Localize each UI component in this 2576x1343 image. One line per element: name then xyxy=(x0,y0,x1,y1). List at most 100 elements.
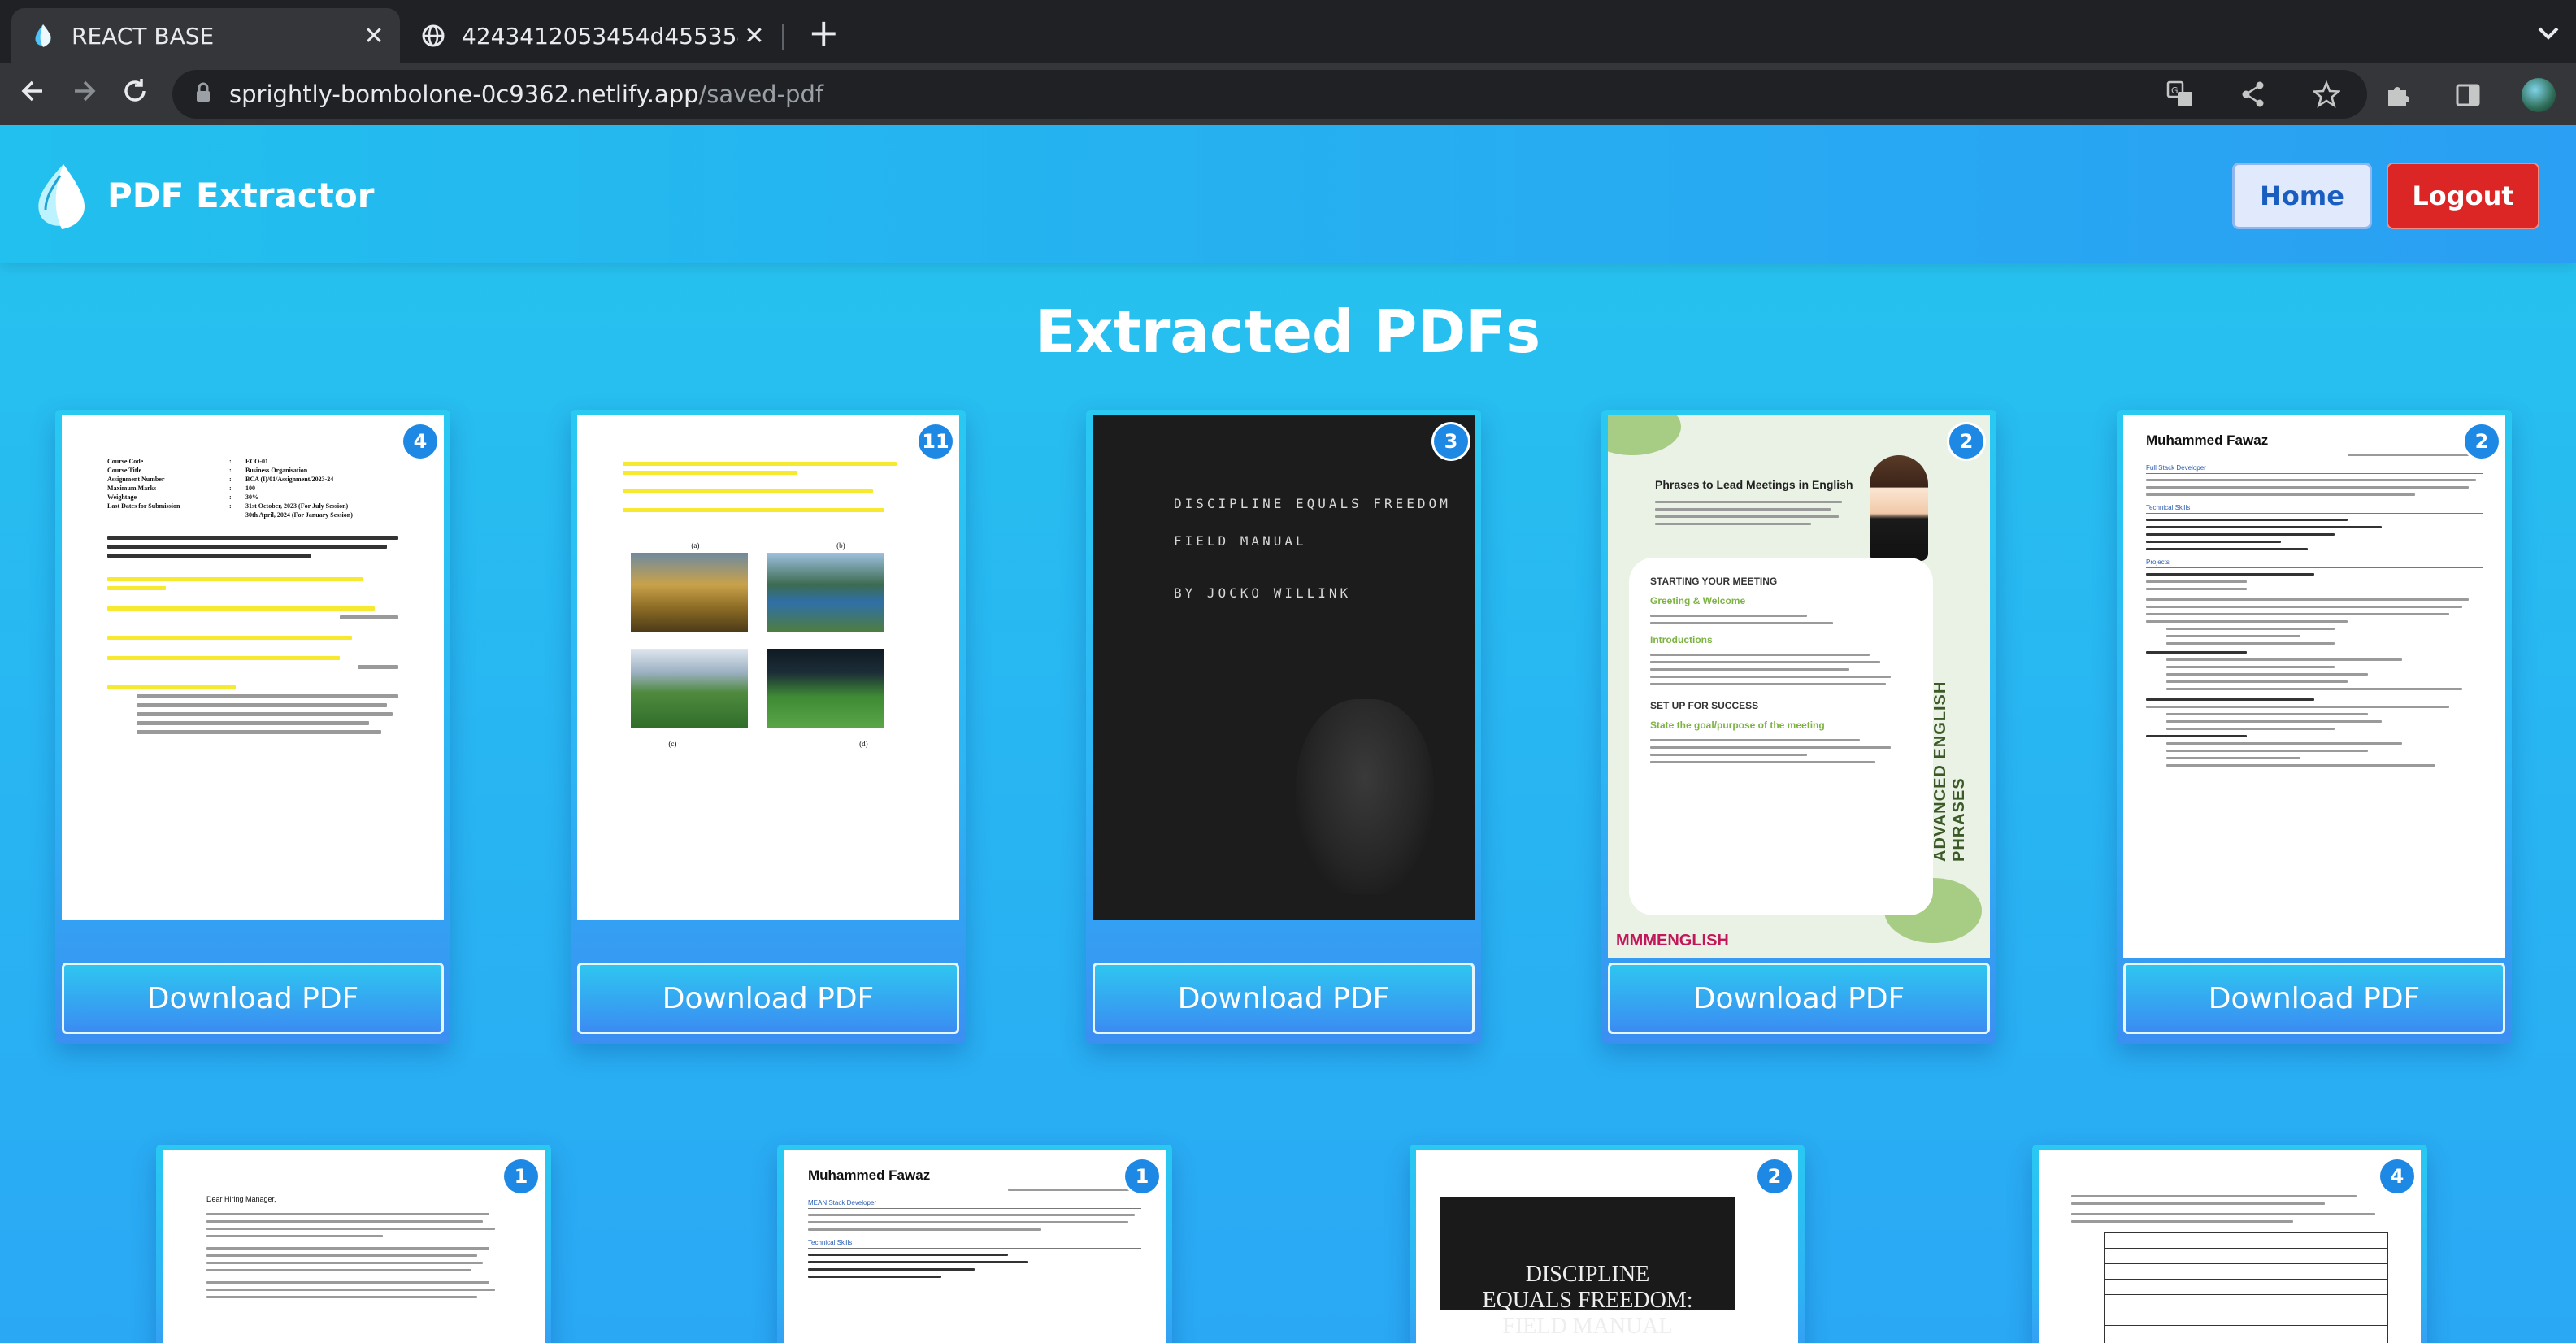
globe-icon xyxy=(421,24,445,48)
react-favicon-icon xyxy=(31,24,55,48)
tab-second[interactable]: 4243412053454d455354 ✕ xyxy=(402,8,780,63)
letter-salutation: Dear Hiring Manager, xyxy=(206,1195,276,1203)
pdf-thumbnail[interactable]: DISCIPLINE EQUALS FREEDOM FIELD MANUAL B… xyxy=(1093,415,1475,920)
subsection-heading: Introductions xyxy=(1650,634,1713,645)
download-pdf-button[interactable]: Download PDF xyxy=(2123,963,2505,1034)
page-count-badge: 1 xyxy=(1125,1159,1159,1193)
pdf-thumbnail[interactable]: Phrases to Lead Meetings in English STAR… xyxy=(1608,415,1990,958)
page-count-badge: 1 xyxy=(504,1159,538,1193)
doc-line: Business Organisation xyxy=(245,467,308,474)
translate-icon[interactable]: G xyxy=(2164,78,2196,111)
pdf-card: DISCIPLINE EQUALS FREEDOM: FIELD MANUAL … xyxy=(1410,1145,1805,1343)
night-field-photo xyxy=(767,649,884,728)
browser-tab-strip: REACT BASE ✕ 4243412053454d455354 ✕ + xyxy=(0,0,2576,63)
page-count-badge: 2 xyxy=(2465,424,2499,459)
doc-line: Course Code xyxy=(107,458,144,465)
guide-brand-logo: MMMENGLISH xyxy=(1616,932,1729,950)
address-bar[interactable]: sprightly-bombolone-0c9362.netlify.app/s… xyxy=(172,70,2367,119)
download-pdf-button[interactable]: Download PDF xyxy=(1608,963,1990,1034)
presenter-photo xyxy=(1870,455,1928,561)
bookmark-star-icon[interactable] xyxy=(2310,78,2343,111)
close-tab-icon[interactable]: ✕ xyxy=(738,22,771,50)
pdf-card: Muhammed Fawaz MEAN Stack Developer Tech… xyxy=(777,1145,1172,1343)
cover-author: BY JOCKO WILLINK xyxy=(1174,585,1352,601)
share-icon[interactable] xyxy=(2237,78,2270,111)
pdf-thumbnail[interactable]: (a) (b) (c) (d) 11 xyxy=(577,415,959,920)
extensions-icon[interactable] xyxy=(2382,79,2414,111)
browser-toolbar: sprightly-bombolone-0c9362.netlify.app/s… xyxy=(0,63,2576,125)
resume-section: Technical Skills xyxy=(2146,504,2483,514)
brand-title[interactable]: PDF Extractor xyxy=(107,176,374,215)
resume-section: MEAN Stack Developer xyxy=(808,1199,1141,1209)
page-count-badge: 2 xyxy=(1757,1159,1792,1193)
download-pdf-button[interactable]: Download PDF xyxy=(1093,963,1475,1034)
pdf-card: (a) (b) (c) (d) 11 Download PDF xyxy=(571,410,966,1044)
tab-search-chevron-icon[interactable] xyxy=(2536,20,2561,48)
pdf-thumbnail[interactable]: Muhammed Fawaz Full Stack Developer Tech… xyxy=(2123,415,2505,958)
page-count-badge: 11 xyxy=(919,424,953,459)
cover-title: DISCIPLINE xyxy=(1525,1262,1650,1287)
pdf-card: Phrases to Lead Meetings in English STAR… xyxy=(1601,410,1996,1044)
page-count-badge: 4 xyxy=(403,424,437,459)
droplet-logo-icon[interactable] xyxy=(31,161,93,231)
pdf-thumbnail[interactable]: Course Code: ECO-01 Course Title: Business… xyxy=(62,415,444,920)
doc-line: 31st October, 2023 (For July Session) xyxy=(245,502,349,510)
forward-icon[interactable] xyxy=(70,76,99,113)
new-tab-button[interactable]: + xyxy=(808,11,840,54)
close-tab-icon[interactable]: ✕ xyxy=(358,22,390,50)
page-count-badge: 2 xyxy=(1949,424,1983,459)
resume-section: Projects xyxy=(2146,558,2483,568)
section-heading: STARTING YOUR MEETING xyxy=(1650,576,1778,587)
section-heading: SET UP FOR SUCCESS xyxy=(1650,700,1759,711)
doc-line: ECO-01 xyxy=(245,458,268,465)
pdf-thumbnail[interactable]: DISCIPLINE EQUALS FREEDOM: FIELD MANUAL … xyxy=(1416,1150,1798,1343)
tab-title: REACT BASE xyxy=(72,22,215,50)
lake-photo xyxy=(767,553,884,632)
image-label: (b) xyxy=(836,541,845,550)
landscape-photo xyxy=(631,553,748,632)
side-panel-icon[interactable] xyxy=(2452,79,2484,111)
back-icon[interactable] xyxy=(18,76,47,113)
image-label: (a) xyxy=(691,541,700,550)
image-label: (d) xyxy=(859,740,868,748)
logout-button[interactable]: Logout xyxy=(2387,163,2539,229)
tab-react-base[interactable]: REACT BASE ✕ xyxy=(11,8,400,63)
pdf-thumbnail[interactable]: 4 xyxy=(2039,1150,2421,1343)
resume-section: Technical Skills xyxy=(808,1239,1141,1249)
cover-title: FIELD MANUAL xyxy=(1502,1314,1673,1339)
subsection-heading: State the goal/purpose of the meeting xyxy=(1650,719,1825,731)
lock-icon[interactable] xyxy=(195,82,211,106)
guide-content-card: STARTING YOUR MEETING Greeting & Welcome… xyxy=(1629,558,1933,915)
download-pdf-button[interactable]: Download PDF xyxy=(62,963,444,1034)
app-page: PDF Extractor Home Logout Extracted PDFs… xyxy=(0,125,2576,1343)
resume-name: Muhammed Fawaz xyxy=(808,1167,931,1183)
tab-divider xyxy=(782,24,784,50)
doc-line: Weightage xyxy=(107,493,137,501)
doc-line: Maximum Marks xyxy=(107,485,157,492)
doc-line: Last Dates for Submission xyxy=(107,502,180,510)
page-count-badge: 4 xyxy=(2380,1159,2414,1193)
page-count-badge: 3 xyxy=(1434,424,1468,459)
doc-line: BCA (I)/01/Assignment/2023-24 xyxy=(245,476,334,483)
svg-text:G: G xyxy=(2171,85,2179,96)
book-cover: DISCIPLINE EQUALS FREEDOM: FIELD MANUAL xyxy=(1440,1197,1735,1339)
pdf-card: Dear Hiring Manager, 1 xyxy=(156,1145,551,1343)
pdf-thumbnail[interactable]: Muhammed Fawaz MEAN Stack Developer Tech… xyxy=(784,1150,1166,1343)
profile-avatar[interactable] xyxy=(2522,78,2556,112)
subsection-heading: Greeting & Welcome xyxy=(1650,595,1746,606)
doc-line: 30th April, 2024 (For January Session) xyxy=(245,511,353,519)
url-text: sprightly-bombolone-0c9362.netlify.app/s… xyxy=(229,80,823,108)
pdf-card: Course Code: ECO-01 Course Title: Business… xyxy=(55,410,450,1044)
app-header: PDF Extractor Home Logout xyxy=(0,125,2576,263)
pdf-thumbnail[interactable]: Dear Hiring Manager, 1 xyxy=(163,1150,545,1343)
doc-line: Course Title xyxy=(107,467,142,474)
reload-icon[interactable] xyxy=(120,76,150,113)
stadium-photo xyxy=(631,649,748,728)
doc-line: Assignment Number xyxy=(107,476,165,483)
image-label: (c) xyxy=(668,740,677,748)
download-pdf-button[interactable]: Download PDF xyxy=(577,963,959,1034)
vertical-banner-text: ADVANCED ENGLISH PHRASES xyxy=(1931,680,1968,862)
cover-subtitle: FIELD MANUAL xyxy=(1174,533,1307,549)
home-button[interactable]: Home xyxy=(2232,163,2372,229)
pdf-card: DISCIPLINE EQUALS FREEDOM FIELD MANUAL B… xyxy=(1086,410,1481,1044)
